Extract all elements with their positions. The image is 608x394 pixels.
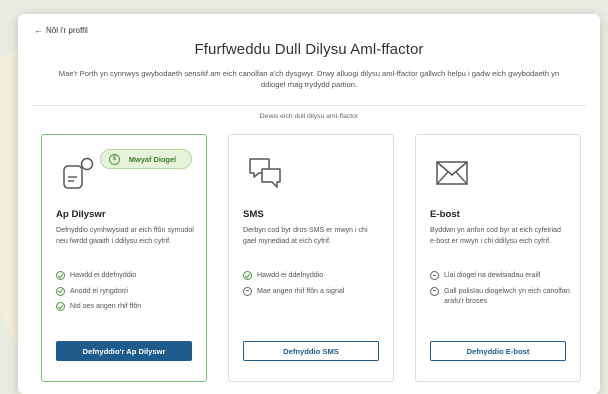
check-circle-icon (56, 271, 65, 280)
check-circle-icon (56, 302, 65, 311)
card-title: SMS (243, 209, 264, 220)
card-description: Byddwn yn anfon cod byr at eich cyfeiria… (430, 226, 561, 245)
feature-text: Gall polisïau diogelwch yn eich canolfan… (444, 286, 570, 306)
feature-list: Hawdd ei ddefnyddio Mae angen rhif ffôn … (243, 270, 383, 301)
feature-item: Hawdd ei ddefnyddio (56, 270, 196, 281)
back-to-profile-link[interactable]: ← Nôl i'r proffil (34, 25, 88, 36)
check-circle-icon (56, 286, 65, 296)
feature-text: Mae angen rhif ffôn a signal (257, 286, 345, 295)
use-sms-button[interactable]: Defnyddio SMS (243, 341, 379, 361)
feature-text: Anodd ei ryngdorri (70, 286, 128, 295)
feature-item: Hawdd ei ddefnyddio (243, 270, 383, 281)
feature-text: Hawdd ei ddefnyddio (257, 271, 324, 279)
card-title: Ap Dilyswr (56, 209, 106, 220)
shield-icon: $ (109, 153, 120, 165)
feature-text: Llai diogel na dewisiadau eraill (444, 271, 541, 279)
card-description: Derbyn cod byr dros SMS er mwyn i chi ga… (243, 226, 368, 245)
use-authenticator-app-button[interactable]: Defnyddio'r Ap Dilyswr (56, 341, 192, 361)
sms-chat-icon (249, 158, 281, 188)
choose-method-label: Dewis eich dull dilysu aml-ffactor (259, 113, 359, 120)
feature-item: Mae angen rhif ffôn a signal (243, 286, 383, 297)
badge-label: Mwyaf Diogel (128, 154, 177, 164)
mfa-setup-panel: ← Nôl i'r proffil Ffurfweddu Dull Dilysu… (18, 14, 600, 394)
method-card-sms: SMS Derbyn cod byr dros SMS er mwyn i ch… (228, 134, 394, 382)
minus-circle-icon (243, 286, 252, 296)
method-card-email: E-bost Byddwn yn anfon cod byr at eich c… (415, 134, 581, 382)
authenticator-app-icon (63, 157, 94, 189)
feature-list: Hawdd ei ddefnyddio Anodd ei ryngdorri N… (56, 270, 196, 317)
method-card-authenticator: $ Mwyaf Diogel Ap Dilyswr Defnyddio cymh… (41, 134, 207, 382)
check-circle-icon (243, 271, 252, 280)
feature-item: Gall polisïau diogelwch yn eich canolfan… (430, 286, 570, 307)
minus-circle-icon (430, 286, 439, 296)
use-email-button[interactable]: Defnyddio E-bost (430, 341, 566, 361)
feature-text: Hawdd ei ddefnyddio (70, 271, 137, 279)
page-title: Ffurfweddu Dull Dilysu Aml-ffactor (194, 41, 424, 58)
feature-text: Nid oes angen rhif ffôn (70, 302, 142, 310)
feature-list: Llai diogel na dewisiadau eraill Gall po… (430, 270, 570, 312)
most-secure-badge: $ Mwyaf Diogel (100, 149, 192, 169)
page-intro: Mae'r Porth yn cynnwys gwybodaeth sensit… (58, 69, 560, 89)
feature-item: Llai diogel na dewisiadau eraill (430, 270, 570, 281)
card-description: Defnyddio cymhwysiad ar eich ffôn symudo… (56, 226, 194, 245)
card-title: E-bost (430, 209, 460, 220)
arrow-left-icon: ← (34, 25, 43, 35)
envelope-icon (436, 161, 468, 185)
minus-circle-icon (430, 271, 439, 280)
feature-item: Anodd ei ryngdorri (56, 286, 196, 297)
back-link-label: Nôl i'r proffil (46, 26, 88, 35)
divider (32, 105, 586, 106)
feature-item: Nid oes angen rhif ffôn (56, 301, 196, 312)
